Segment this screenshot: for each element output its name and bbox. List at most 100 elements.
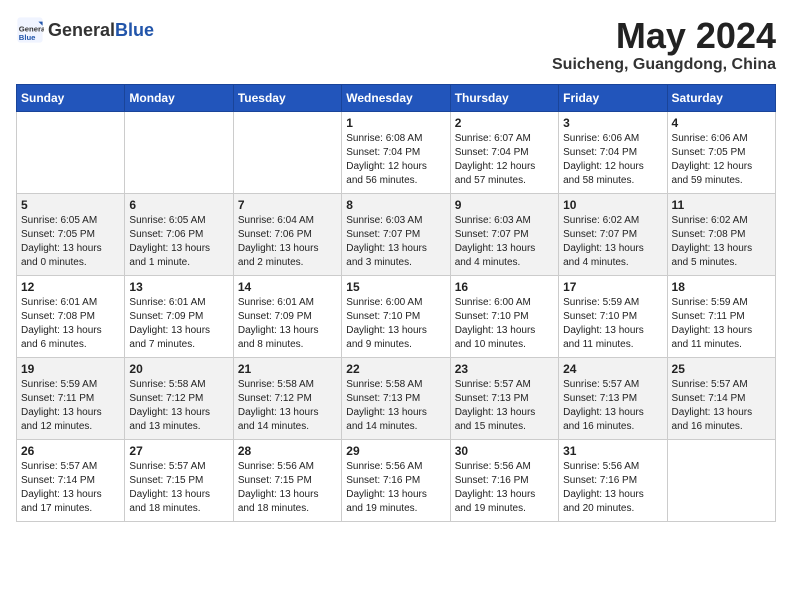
calendar-cell: 6 Sunrise: 6:05 AMSunset: 7:06 PMDaylight… [125,193,233,275]
day-number: 28 [238,444,337,458]
day-number: 18 [672,280,771,294]
day-number: 19 [21,362,120,376]
day-number: 16 [455,280,554,294]
day-info: Sunrise: 6:01 AMSunset: 7:09 PMDaylight:… [238,296,337,352]
day-info: Sunrise: 6:06 AMSunset: 7:04 PMDaylight:… [563,132,662,188]
calendar-cell [125,111,233,193]
calendar-cell: 27Sunrise: 5:57 AMSunset: 7:15 PMDayligh… [125,439,233,521]
day-info: Sunrise: 5:56 AMSunset: 7:16 PMDaylight:… [563,460,662,516]
day-number: 23 [455,362,554,376]
week-row-3: 12Sunrise: 6:01 AMSunset: 7:08 PMDayligh… [17,275,776,357]
day-number: 20 [129,362,228,376]
calendar-cell: 7 Sunrise: 6:04 AMSunset: 7:06 PMDaylight… [233,193,341,275]
weekday-header-sunday: Sunday [17,84,125,111]
calendar-cell: 22Sunrise: 5:58 AMSunset: 7:13 PMDayligh… [342,357,450,439]
calendar-cell: 14 Sunrise: 6:01 AMSunset: 7:09 PMDayligh… [233,275,341,357]
day-info: Sunrise: 5:56 AMSunset: 7:15 PMDaylight:… [238,460,337,516]
day-number: 9 [455,198,554,212]
day-info: Sunrise: 6:01 AMSunset: 7:08 PMDaylight:… [21,296,120,352]
logo-text-blue: Blue [115,20,154,41]
day-number: 31 [563,444,662,458]
weekday-header-thursday: Thursday [450,84,558,111]
day-number: 4 [672,116,771,130]
day-info: Sunrise: 6:08 AMSunset: 7:04 PMDaylight:… [346,132,445,188]
weekday-header-saturday: Saturday [667,84,775,111]
day-number: 21 [238,362,337,376]
logo-text-general: General [48,20,115,41]
day-number: 2 [455,116,554,130]
week-row-1: 1 Sunrise: 6:08 AMSunset: 7:04 PMDaylight… [17,111,776,193]
day-info: Sunrise: 5:57 AMSunset: 7:13 PMDaylight:… [455,378,554,434]
day-info: Sunrise: 6:03 AMSunset: 7:07 PMDaylight:… [346,214,445,270]
day-info: Sunrise: 6:04 AMSunset: 7:06 PMDaylight:… [238,214,337,270]
day-info: Sunrise: 6:00 AMSunset: 7:10 PMDaylight:… [455,296,554,352]
weekday-header-row: SundayMondayTuesdayWednesdayThursdayFrid… [17,84,776,111]
day-info: Sunrise: 6:00 AMSunset: 7:10 PMDaylight:… [346,296,445,352]
week-row-4: 19Sunrise: 5:59 AMSunset: 7:11 PMDayligh… [17,357,776,439]
calendar-cell [233,111,341,193]
logo-icon: General Blue [16,16,44,44]
day-number: 14 [238,280,337,294]
header: General Blue GeneralBlue May 2024 Suiche… [16,16,776,74]
week-row-2: 5 Sunrise: 6:05 AMSunset: 7:05 PMDaylight… [17,193,776,275]
day-number: 7 [238,198,337,212]
weekday-header-wednesday: Wednesday [342,84,450,111]
day-info: Sunrise: 5:56 AMSunset: 7:16 PMDaylight:… [455,460,554,516]
day-info: Sunrise: 5:59 AMSunset: 7:11 PMDaylight:… [672,296,771,352]
day-info: Sunrise: 5:57 AMSunset: 7:14 PMDaylight:… [672,378,771,434]
day-number: 30 [455,444,554,458]
calendar-cell: 21Sunrise: 5:58 AMSunset: 7:12 PMDayligh… [233,357,341,439]
day-number: 22 [346,362,445,376]
day-info: Sunrise: 5:57 AMSunset: 7:13 PMDaylight:… [563,378,662,434]
title-area: May 2024 Suicheng, Guangdong, China [552,16,776,74]
calendar-cell: 8 Sunrise: 6:03 AMSunset: 7:07 PMDaylight… [342,193,450,275]
calendar-cell: 3 Sunrise: 6:06 AMSunset: 7:04 PMDaylight… [559,111,667,193]
calendar-cell: 15Sunrise: 6:00 AMSunset: 7:10 PMDayligh… [342,275,450,357]
calendar-cell: 16 Sunrise: 6:00 AMSunset: 7:10 PMDayligh… [450,275,558,357]
calendar-cell: 29Sunrise: 5:56 AMSunset: 7:16 PMDayligh… [342,439,450,521]
day-number: 17 [563,280,662,294]
week-row-5: 26Sunrise: 5:57 AMSunset: 7:14 PMDayligh… [17,439,776,521]
calendar-cell: 1 Sunrise: 6:08 AMSunset: 7:04 PMDaylight… [342,111,450,193]
calendar-cell: 17Sunrise: 5:59 AMSunset: 7:10 PMDayligh… [559,275,667,357]
calendar-cell: 10Sunrise: 6:02 AMSunset: 7:07 PMDayligh… [559,193,667,275]
day-number: 24 [563,362,662,376]
day-number: 3 [563,116,662,130]
day-number: 25 [672,362,771,376]
day-info: Sunrise: 6:01 AMSunset: 7:09 PMDaylight:… [129,296,228,352]
day-info: Sunrise: 6:06 AMSunset: 7:05 PMDaylight:… [672,132,771,188]
calendar-cell: 19Sunrise: 5:59 AMSunset: 7:11 PMDayligh… [17,357,125,439]
day-info: Sunrise: 6:05 AMSunset: 7:06 PMDaylight:… [129,214,228,270]
weekday-header-friday: Friday [559,84,667,111]
day-number: 27 [129,444,228,458]
day-number: 1 [346,116,445,130]
location-title: Suicheng, Guangdong, China [552,56,776,74]
day-number: 8 [346,198,445,212]
day-info: Sunrise: 6:03 AMSunset: 7:07 PMDaylight:… [455,214,554,270]
svg-text:Blue: Blue [19,33,36,42]
day-number: 13 [129,280,228,294]
day-info: Sunrise: 5:57 AMSunset: 7:14 PMDaylight:… [21,460,120,516]
day-info: Sunrise: 6:05 AMSunset: 7:05 PMDaylight:… [21,214,120,270]
svg-text:General: General [19,24,44,33]
day-info: Sunrise: 6:07 AMSunset: 7:04 PMDaylight:… [455,132,554,188]
calendar-cell: 9 Sunrise: 6:03 AMSunset: 7:07 PMDaylight… [450,193,558,275]
weekday-header-monday: Monday [125,84,233,111]
calendar-cell: 26Sunrise: 5:57 AMSunset: 7:14 PMDayligh… [17,439,125,521]
calendar-cell: 18 Sunrise: 5:59 AMSunset: 7:11 PMDayligh… [667,275,775,357]
calendar-cell: 2 Sunrise: 6:07 AMSunset: 7:04 PMDaylight… [450,111,558,193]
day-info: Sunrise: 5:58 AMSunset: 7:12 PMDaylight:… [129,378,228,434]
day-number: 29 [346,444,445,458]
calendar-cell: 24 Sunrise: 5:57 AMSunset: 7:13 PMDayligh… [559,357,667,439]
day-number: 10 [563,198,662,212]
calendar-cell: 11Sunrise: 6:02 AMSunset: 7:08 PMDayligh… [667,193,775,275]
calendar-table: SundayMondayTuesdayWednesdayThursdayFrid… [16,84,776,522]
calendar-cell: 23 Sunrise: 5:57 AMSunset: 7:13 PMDayligh… [450,357,558,439]
calendar-cell [17,111,125,193]
calendar-cell: 25 Sunrise: 5:57 AMSunset: 7:14 PMDayligh… [667,357,775,439]
weekday-header-tuesday: Tuesday [233,84,341,111]
day-number: 6 [129,198,228,212]
day-number: 11 [672,198,771,212]
day-number: 5 [21,198,120,212]
calendar-cell: 13 Sunrise: 6:01 AMSunset: 7:09 PMDayligh… [125,275,233,357]
